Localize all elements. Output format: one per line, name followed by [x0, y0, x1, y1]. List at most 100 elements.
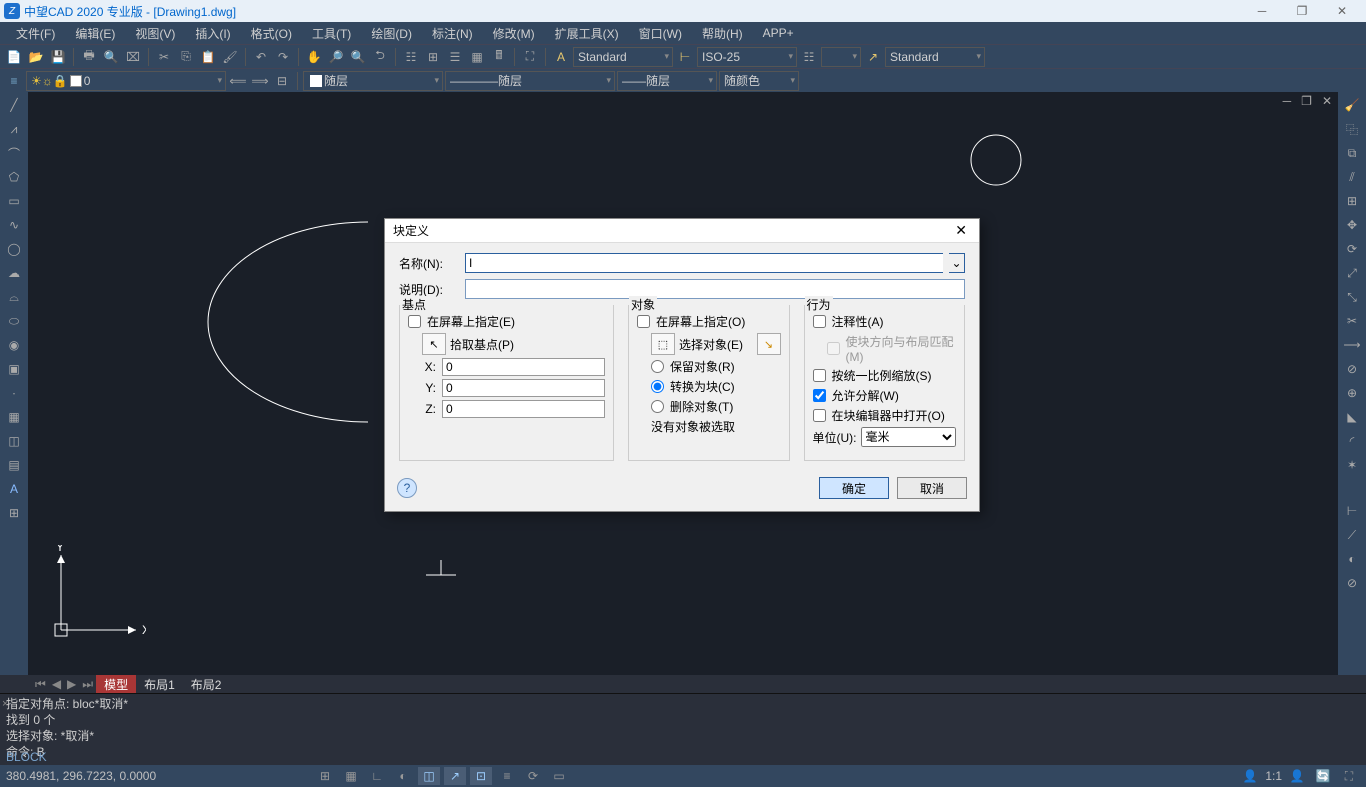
explode-icon[interactable]: ✶	[1341, 454, 1363, 476]
layer-dropdown[interactable]: ☀☼🔒 0	[26, 71, 226, 91]
spline-icon[interactable]: ∿	[3, 214, 25, 236]
dialog-close-button[interactable]: ✕	[951, 222, 971, 239]
name-dropdown-icon[interactable]: ⌄	[949, 253, 965, 273]
annoscale-icon[interactable]: 👤	[1239, 767, 1261, 785]
otrack-icon[interactable]: ↗	[444, 767, 466, 785]
cancel-button[interactable]: 取消	[897, 477, 967, 499]
textstyle-dropdown[interactable]: Standard	[573, 47, 673, 67]
annoauto-icon[interactable]: 🔄	[1312, 767, 1334, 785]
menu-item[interactable]: 绘图(D)	[361, 23, 422, 44]
unit-select[interactable]: 毫米	[861, 427, 957, 447]
arc-icon[interactable]: ⌒	[3, 142, 25, 164]
zoom-prev-icon[interactable]: ⮌	[370, 47, 390, 67]
menu-item[interactable]: 视图(V)	[125, 23, 185, 44]
toolpalette-icon[interactable]: ☰	[445, 47, 465, 67]
base-z-input[interactable]	[442, 400, 605, 418]
circle-icon[interactable]: ◯	[3, 238, 25, 260]
tablestyle-icon[interactable]: ☷	[799, 47, 819, 67]
cmd-close-icon[interactable]: ×	[2, 696, 8, 712]
tab-next-icon[interactable]: ▶	[64, 677, 79, 691]
text-icon[interactable]: A	[3, 478, 25, 500]
dim-radius-icon[interactable]: ◐	[1341, 548, 1363, 570]
model-toggle-icon[interactable]: ▭	[548, 767, 570, 785]
lineweight-dropdown[interactable]: —— 随层	[617, 71, 717, 91]
table-icon[interactable]: ▤	[3, 454, 25, 476]
command-window[interactable]: × 指定对角点: bloc*取消* 找到 0 个 选择对象: *取消* 命令: …	[0, 693, 1366, 765]
menu-item[interactable]: 格式(O)	[241, 23, 302, 44]
osnap-icon[interactable]: ◫	[418, 767, 440, 785]
publish-icon[interactable]: ⌧	[123, 47, 143, 67]
base-y-input[interactable]	[442, 379, 605, 397]
block-icon[interactable]: ▣	[3, 358, 25, 380]
rect-icon[interactable]: ▭	[3, 190, 25, 212]
hatch-icon[interactable]: ▦	[3, 406, 25, 428]
save-icon[interactable]: 💾	[48, 47, 68, 67]
color-dropdown[interactable]: 随层	[303, 71, 443, 91]
cycle-icon[interactable]: ⟳	[522, 767, 544, 785]
openeditor-checkbox[interactable]	[813, 409, 826, 422]
tab-layout2[interactable]: 布局2	[183, 674, 230, 694]
polygon-icon[interactable]: ⬠	[3, 166, 25, 188]
menu-item[interactable]: 修改(M)	[483, 23, 545, 44]
menu-item[interactable]: 扩展工具(X)	[545, 23, 629, 44]
ortho-icon[interactable]: ∟	[366, 767, 388, 785]
ellipse-arc-icon[interactable]: ⌓	[3, 286, 25, 308]
textstyle-icon[interactable]: A	[551, 47, 571, 67]
menu-item[interactable]: APP+	[753, 24, 804, 42]
rotate-icon[interactable]: ⟳	[1341, 238, 1363, 260]
new-icon[interactable]: 📄	[4, 47, 24, 67]
props-icon[interactable]: ☷	[401, 47, 421, 67]
dimstyle-dropdown[interactable]: ISO-25	[697, 47, 797, 67]
move-icon[interactable]: ✥	[1341, 214, 1363, 236]
paste-icon[interactable]: 📋	[198, 47, 218, 67]
mleaderstyle-icon[interactable]: ↗	[863, 47, 883, 67]
tab-prev-icon[interactable]: ◀	[49, 677, 64, 691]
polar-icon[interactable]: ◐	[392, 767, 414, 785]
print-icon[interactable]: 🖶	[79, 47, 99, 67]
polyline-icon[interactable]: ⩘	[3, 118, 25, 140]
lwt-icon[interactable]: ≡	[496, 767, 518, 785]
maximize-button[interactable]: ❐	[1282, 0, 1322, 22]
delete-radio[interactable]	[651, 400, 664, 413]
menu-item[interactable]: 插入(I)	[185, 23, 240, 44]
obj-onscreen-checkbox[interactable]	[637, 315, 650, 328]
tablestyle-dropdown[interactable]	[821, 47, 861, 67]
snap-icon[interactable]: ⊞	[314, 767, 336, 785]
cmd-input[interactable]: BLOCK	[6, 749, 1360, 765]
array-icon[interactable]: ⊞	[1341, 190, 1363, 212]
plotstyle-dropdown[interactable]: 随颜色	[719, 71, 799, 91]
dim-aligned-icon[interactable]: ⟋	[1341, 524, 1363, 546]
minimize-button[interactable]: ─	[1242, 0, 1282, 22]
layer-states-icon[interactable]: ⟹	[250, 71, 270, 91]
close-window-button[interactable]: ✕	[1322, 0, 1362, 22]
copy-obj-icon[interactable]: ⿻	[1341, 118, 1363, 140]
scale-icon[interactable]: ⤢	[1341, 262, 1363, 284]
cleanscreen-icon[interactable]: ⛶	[520, 47, 540, 67]
sheet-icon[interactable]: ▦	[467, 47, 487, 67]
preview-icon[interactable]: 🔍	[101, 47, 121, 67]
mleaderstyle-dropdown[interactable]: Standard	[885, 47, 985, 67]
dyn-icon[interactable]: ⊡	[470, 767, 492, 785]
menu-item[interactable]: 帮助(H)	[692, 23, 753, 44]
break-icon[interactable]: ⊘	[1341, 358, 1363, 380]
base-onscreen-checkbox[interactable]	[408, 315, 421, 328]
annovis-icon[interactable]: 👤	[1286, 767, 1308, 785]
donut-icon[interactable]: ◉	[3, 334, 25, 356]
convert-radio[interactable]	[651, 380, 664, 393]
tab-first-icon[interactable]: ⏮	[32, 677, 49, 692]
ellipse-icon[interactable]: ⬭	[3, 310, 25, 332]
dim-linear-icon[interactable]: ⊢	[1341, 500, 1363, 522]
copy-icon[interactable]: ⎘	[176, 47, 196, 67]
zoom-rt-icon[interactable]: 🔎	[326, 47, 346, 67]
open-icon[interactable]: 📂	[26, 47, 46, 67]
layer-iso-icon[interactable]: ⊟	[272, 71, 292, 91]
layer-mgr-icon[interactable]: ≡	[4, 71, 24, 91]
extend-icon[interactable]: ⟶	[1341, 334, 1363, 356]
retain-radio[interactable]	[651, 360, 664, 373]
menu-item[interactable]: 工具(T)	[302, 23, 361, 44]
offset-icon[interactable]: ⫽	[1341, 166, 1363, 188]
fullscreen-icon[interactable]: ⛶	[1338, 767, 1360, 785]
stretch-icon[interactable]: ⤡	[1341, 286, 1363, 308]
trim-icon[interactable]: ✂	[1341, 310, 1363, 332]
tab-model[interactable]: 模型	[96, 674, 136, 694]
